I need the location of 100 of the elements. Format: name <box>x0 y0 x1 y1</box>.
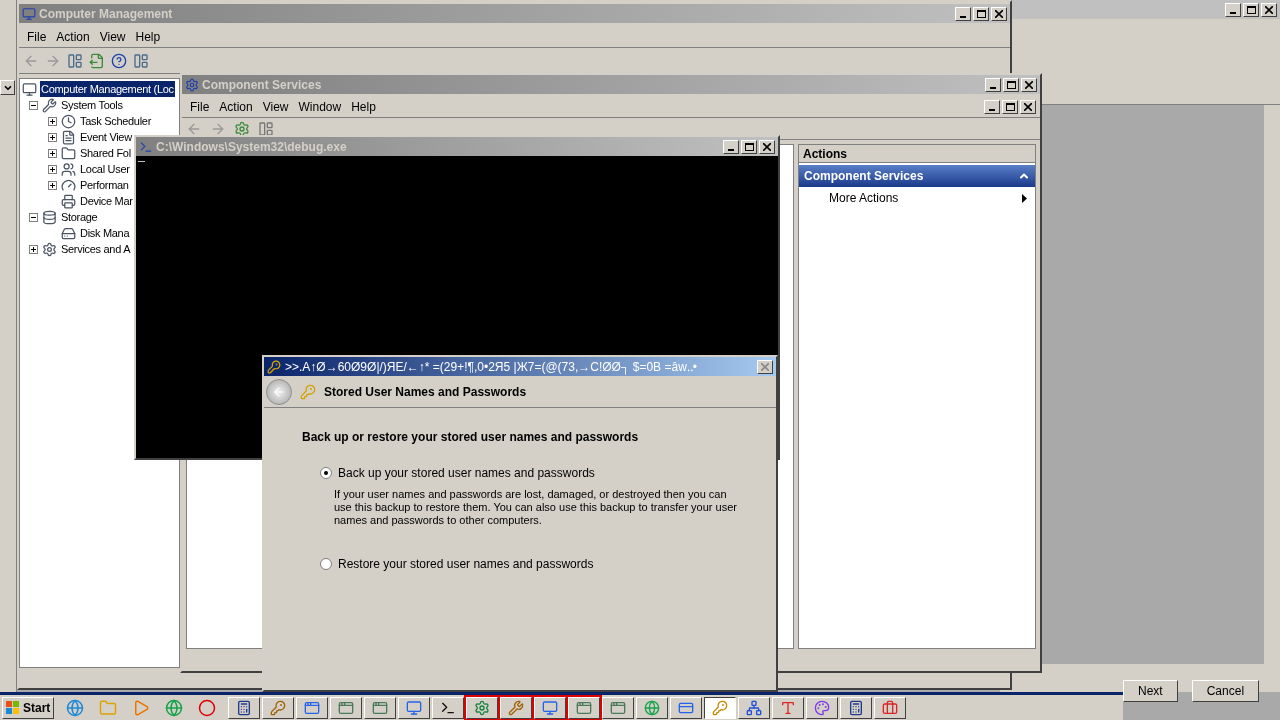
restore-button[interactable] <box>1002 100 1018 114</box>
tree-item[interactable]: Disk Mana <box>79 224 131 242</box>
device-icon <box>61 193 76 209</box>
tool-icon <box>508 699 525 716</box>
menu-item[interactable]: View <box>97 28 128 46</box>
key-icon <box>267 359 281 374</box>
collapse-toggle[interactable] <box>29 100 38 110</box>
maximize-button[interactable] <box>1003 77 1019 92</box>
circle-icon[interactable] <box>198 698 217 717</box>
radio-option[interactable]: Back up your stored user names and passwords <box>320 464 746 482</box>
tree-item[interactable]: Task Scheduler <box>79 112 152 130</box>
expand-toggle[interactable] <box>48 132 57 142</box>
option-description: If your user names and passwords are lost, damaged, or destroyed then you can use this backup to restore them. You can also use this backup to transfer your user names and passwords to other computers. <box>333 488 738 527</box>
tree-item[interactable]: Services and A <box>60 240 132 258</box>
window-title: >>.A↑Ø→60Ø9Ø|/)ЯE/←↑* =(29+!¶,0•2Я5 |Ж7=(@(73,→C!ØØ┐ $=0B =âw‥• <box>285 358 698 376</box>
close-button[interactable] <box>1020 100 1036 114</box>
monitor-icon <box>406 699 423 716</box>
show-tree-icon[interactable] <box>258 120 274 137</box>
cancel-button[interactable]: Cancel <box>1191 680 1260 702</box>
action-pane-icon[interactable] <box>133 52 149 69</box>
close-icon <box>995 9 1003 18</box>
toolbox-icon <box>882 699 899 716</box>
window-title: C:\Windows\System32\debug.exe <box>156 138 348 156</box>
close-button[interactable] <box>991 6 1007 21</box>
folder-icon <box>61 145 76 161</box>
close-button[interactable] <box>1261 2 1277 17</box>
storage-icon <box>42 209 57 225</box>
dropdown-button[interactable] <box>0 80 15 95</box>
menu-item[interactable]: Help <box>133 28 163 46</box>
menu-item[interactable]: File <box>25 28 49 46</box>
maximize-button[interactable] <box>973 6 989 21</box>
menu-item[interactable]: Action <box>54 28 92 46</box>
minimize-button[interactable] <box>723 139 739 154</box>
log-icon <box>61 129 76 145</box>
menu-item[interactable]: View <box>260 98 291 116</box>
help-icon[interactable] <box>111 52 127 69</box>
window-icon <box>185 77 199 92</box>
tree-item[interactable]: Storage <box>60 208 99 226</box>
minimize-button[interactable] <box>985 77 1001 92</box>
computer-icon <box>22 81 37 97</box>
text-cursor <box>138 161 145 162</box>
close-icon <box>1025 80 1033 89</box>
submenu-arrow-icon <box>1022 193 1027 203</box>
menu-item[interactable]: Action <box>217 98 255 116</box>
minimize-button[interactable] <box>984 100 1000 114</box>
gear-icon[interactable] <box>234 120 250 137</box>
action-item[interactable]: More Actions <box>799 187 1035 209</box>
start-button[interactable]: Start <box>2 696 55 719</box>
gear-icon <box>474 699 491 716</box>
minimize-button[interactable] <box>1225 2 1241 17</box>
window-icon <box>139 139 153 154</box>
tree-item[interactable]: Local User <box>79 160 131 178</box>
menu-item[interactable]: File <box>188 98 212 116</box>
window-icon <box>610 699 627 716</box>
actions-section[interactable]: Component Services <box>799 165 1035 187</box>
window-icon <box>576 699 593 716</box>
expand-toggle[interactable] <box>29 244 38 254</box>
radio-option[interactable]: Restore your stored user names and passwords <box>320 555 746 573</box>
expand-toggle[interactable] <box>48 164 57 174</box>
window-icon <box>338 699 355 716</box>
window-icon <box>372 699 389 716</box>
close-button[interactable] <box>1021 77 1037 92</box>
next-button[interactable]: Next <box>1123 680 1178 702</box>
windows-logo-icon <box>6 700 20 715</box>
back-button[interactable] <box>266 378 292 405</box>
services-icon <box>42 241 57 257</box>
radio-button[interactable] <box>320 467 332 479</box>
app-icon <box>304 699 321 716</box>
close-button[interactable] <box>759 139 775 154</box>
calculator-icon <box>236 699 253 716</box>
dialog-heading: Back up or restore your stored user names and passwords <box>302 429 640 446</box>
maximize-button[interactable] <box>741 139 757 154</box>
window-icon <box>22 6 36 21</box>
window-title: Component Services <box>202 76 323 94</box>
tools-icon <box>42 97 57 113</box>
tree-item[interactable]: Performan <box>79 176 130 194</box>
tree-item[interactable]: Device Mar <box>79 192 134 210</box>
close-button[interactable] <box>757 359 773 374</box>
tree-item[interactable]: Event View <box>79 128 133 146</box>
minimize-button[interactable] <box>955 6 971 21</box>
expand-toggle[interactable] <box>48 148 57 158</box>
expand-toggle[interactable] <box>48 116 57 126</box>
menu-item[interactable]: Window <box>296 98 344 116</box>
key-icon <box>712 699 729 716</box>
expand-toggle[interactable] <box>48 180 57 190</box>
users-icon <box>61 161 76 177</box>
tree-item[interactable]: Computer Management (Loc <box>40 80 175 98</box>
export-icon[interactable] <box>89 52 105 69</box>
close-icon <box>761 362 769 371</box>
taskbar-button[interactable] <box>704 696 737 719</box>
keys-icon <box>270 699 287 716</box>
gauge-icon <box>61 177 76 193</box>
tree-item[interactable]: Shared Fol <box>79 144 132 162</box>
tree-item[interactable]: System Tools <box>60 96 124 114</box>
radio-button[interactable] <box>320 558 332 570</box>
browser-icon <box>644 699 661 716</box>
show-tree-icon[interactable] <box>67 52 83 69</box>
menu-item[interactable]: Help <box>349 98 378 116</box>
restore-button[interactable] <box>1243 2 1259 17</box>
collapse-toggle[interactable] <box>29 212 38 222</box>
